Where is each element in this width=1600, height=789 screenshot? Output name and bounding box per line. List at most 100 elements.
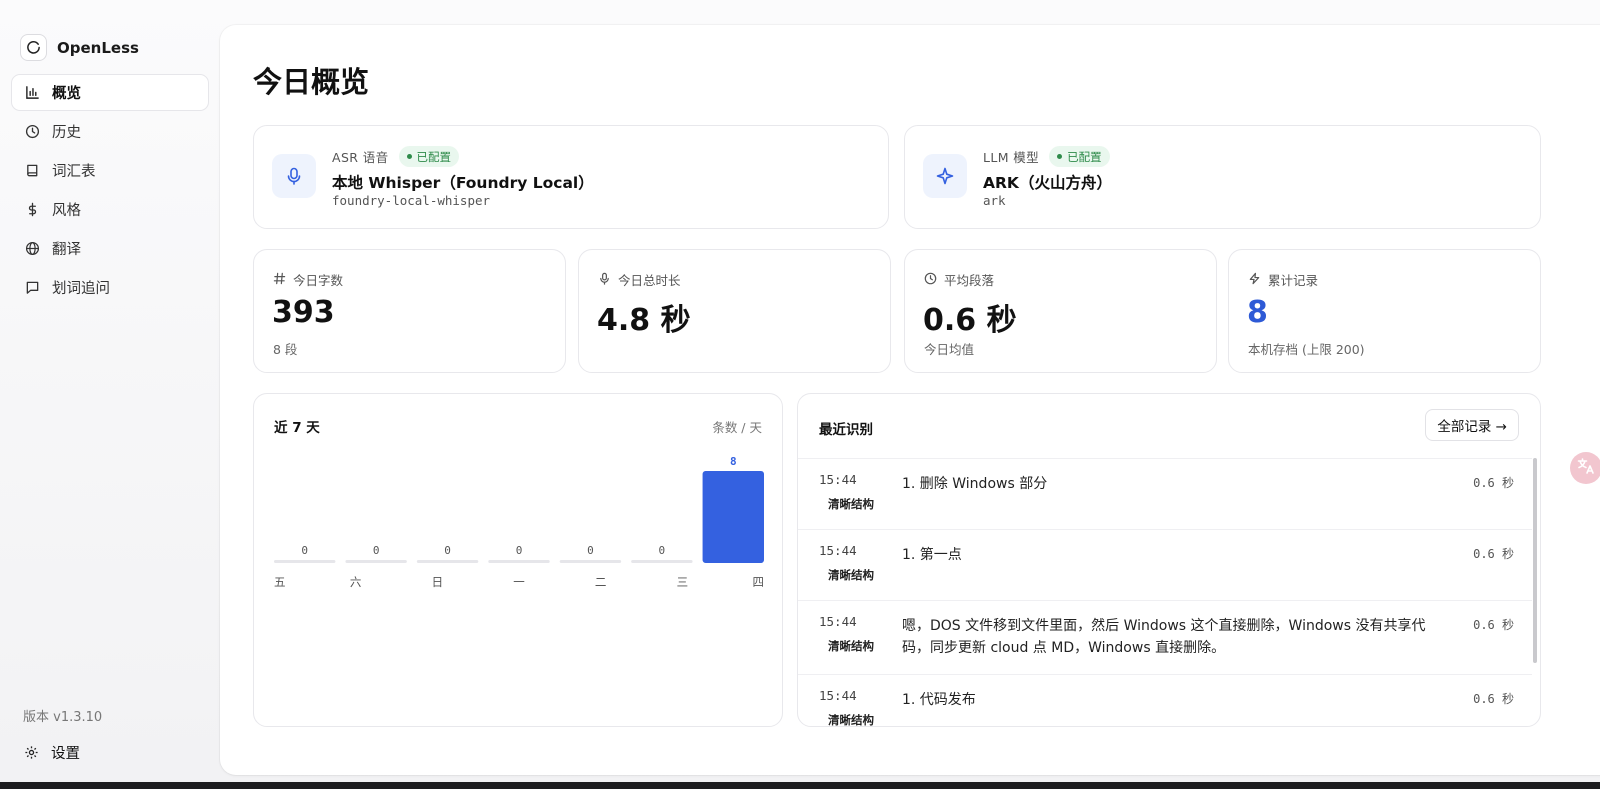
message-icon [24,280,40,296]
sidebar-item-label: 概览 [52,86,81,102]
stat-label: 今日总时长 [618,273,681,288]
hash-icon [273,272,286,288]
book-icon [24,163,40,179]
row-time: 15:44 [819,688,857,703]
stat-head: 平均段落 [924,270,994,289]
chart-bar [274,560,336,563]
sidebar-nav: 概览 历史 词汇表 风格 翻译 划词追问 [11,74,209,308]
chart-bar [488,560,550,563]
settings-button[interactable]: 设置 [23,742,80,763]
sidebar-item-history[interactable]: 历史 [11,113,209,150]
llm-model-name: ARK（火山方舟） [983,174,1112,192]
stat-sub: 本机存档 (上限 200) [1248,342,1365,357]
stat-card-total-records: 累计记录 8 本机存档 (上限 200) [1228,249,1541,373]
list-item[interactable]: 15:44 清晰结构 1. 第一点 0.6 秒 [798,529,1532,600]
chart-bar [345,560,407,563]
row-duration: 0.6 秒 [1473,618,1514,632]
page-title: 今日概览 [253,65,370,99]
chart-tick-label: 五 [274,575,286,589]
sidebar-item-overview[interactable]: 概览 [11,74,209,111]
microphone-icon [598,272,611,288]
stat-card-average-segment: 平均段落 0.6 秒 今日均值 [904,249,1217,373]
status-badge: 已配置 [398,146,460,167]
asr-model-id: foundry-local-whisper [332,193,491,208]
all-records-button[interactable]: 全部记录 → [1425,409,1519,441]
weekly-bar-chart: 0 五 0 六 0 日 0 一 0 二 0 三 8 四 [274,455,765,589]
status-dot [1057,154,1063,159]
taskbar-edge [0,782,1600,789]
row-style-tag: 清晰结构 [828,639,874,653]
sidebar-item-glossary[interactable]: 词汇表 [11,152,209,189]
chart-data-label: 0 [301,544,308,557]
chart-data-label: 0 [659,544,666,557]
chart-tick-label: 二 [595,575,607,589]
sidebar-item-label: 风格 [52,203,81,219]
chart-data-label: 0 [516,544,523,557]
sparkle-icon [923,154,967,198]
status-badge-label: 已配置 [1067,149,1102,164]
microphone-icon [272,154,316,198]
chart-tick-label: 六 [350,575,362,589]
asr-model-card[interactable]: ASR 语音 已配置 本地 Whisper（Foundry Local） fou… [253,125,889,229]
row-text: 1. 第一点 [902,547,962,563]
chart-title: 近 7 天 [274,420,320,436]
status-dot [406,154,412,159]
list-item[interactable]: 15:44 清晰结构 1. 删除 Windows 部分 0.6 秒 [798,458,1532,529]
weekly-chart-card: 近 7 天 条数 / 天 0 五 0 六 0 日 0 一 0 二 0 三 8 四 [253,393,783,727]
row-text: 1. 删除 Windows 部分 [902,476,1048,492]
chart-bar [559,560,622,563]
dollar-icon [24,202,40,218]
sidebar-item-label: 词汇表 [52,164,96,180]
lightning-icon [1248,272,1261,288]
status-badge-label: 已配置 [416,149,452,164]
chart-data-label: 0 [587,544,594,557]
recent-list: 15:44 清晰结构 1. 删除 Windows 部分 0.6 秒 15:44 … [798,458,1532,727]
list-item[interactable]: 15:44 清晰结构 1. 代码发布 0.6 秒 [798,674,1532,727]
stat-value: 8 [1247,295,1268,330]
list-item[interactable]: 15:44 清晰结构 嗯，DOS 文件移到文件里面，然后 Windows 这个直… [798,600,1532,674]
stat-label: 今日字数 [293,273,344,288]
stat-sub: 8 段 [273,342,298,357]
chart-bar [631,560,693,563]
chart-data-label: 0 [444,544,451,557]
row-time: 15:44 [819,472,857,487]
asr-kind-label: ASR 语音 [332,150,389,165]
recent-title: 最近识别 [819,422,873,438]
translate-floating-button[interactable] [1570,452,1600,484]
llm-model-card[interactable]: LLM 模型 已配置 ARK（火山方舟） ark [904,125,1541,229]
brand: OpenLess [20,34,139,61]
chart-tick-label: 一 [513,575,525,589]
stat-value: 4.8 秒 [597,303,691,338]
row-text: 嗯，DOS 文件移到文件里面，然后 Windows 这个直接删除，Windows… [902,618,1426,656]
chart-bar [416,560,479,563]
sidebar-item-label: 历史 [52,125,81,141]
chart-tick-label: 四 [753,575,765,589]
chart-data-label: 0 [373,544,380,557]
sidebar-item-style[interactable]: 风格 [11,191,209,228]
sidebar-item-translate[interactable]: 翻译 [11,230,209,267]
stat-card-word-count: 今日字数 393 8 段 [253,249,566,373]
status-badge: 已配置 [1049,146,1110,167]
app-window: OpenLess 概览 历史 词汇表 风格 翻译 划词追问 版本 v1.3.10… [0,0,1600,782]
llm-kind-label: LLM 模型 [983,150,1040,165]
row-duration: 0.6 秒 [1473,547,1514,561]
recent-transcriptions-card: 最近识别 全部记录 → 15:44 清晰结构 1. 删除 Windows 部分 … [797,393,1541,727]
gear-icon [23,745,39,761]
clock-icon [24,124,40,140]
row-text: 1. 代码发布 [902,692,976,708]
clock-icon [924,272,937,288]
chart-data-label: 8 [730,455,737,468]
stat-value: 0.6 秒 [923,303,1017,338]
globe-icon [24,241,40,257]
scrollbar[interactable] [1533,458,1537,663]
stat-card-total-duration: 今日总时长 4.8 秒 [578,249,891,373]
app-name: OpenLess [57,38,139,57]
sidebar-item-followup[interactable]: 划词追问 [11,269,209,306]
bar-chart-icon [24,85,40,101]
row-duration: 0.6 秒 [1473,692,1514,706]
llm-kind-row: LLM 模型 已配置 [983,146,1110,167]
stat-label: 平均段落 [944,273,995,288]
all-records-label: 全部记录 → [1437,419,1507,435]
row-style-tag: 清晰结构 [828,713,874,727]
stat-head: 今日字数 [273,270,343,289]
